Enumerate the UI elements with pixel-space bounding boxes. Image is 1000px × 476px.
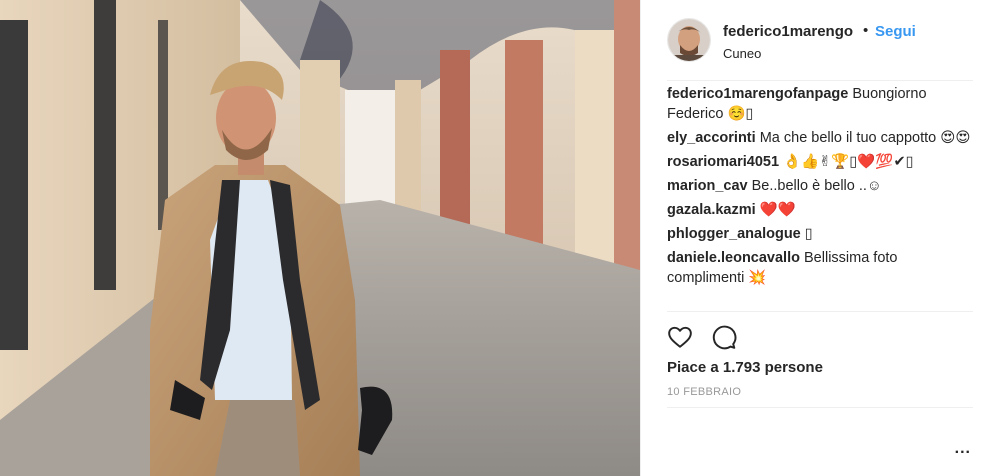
comment-item: rosariomari4051 👌👍✌🏆▯❤️💯✔▯ bbox=[667, 152, 973, 172]
post-photo[interactable] bbox=[0, 0, 640, 476]
post-header: federico1marengo • Segui Cuneo bbox=[667, 14, 973, 81]
follow-button[interactable]: Segui bbox=[875, 23, 916, 40]
location-link[interactable]: Cuneo bbox=[723, 46, 761, 61]
comment-item: marion_cav Be..bello è bello ..☺ bbox=[667, 176, 973, 196]
likes-count[interactable]: Piace a 1.793 persone bbox=[667, 359, 823, 376]
ellipsis-icon[interactable]: ... bbox=[955, 440, 971, 458]
comment-text: Ma che bello il tuo cappotto 😍😍 bbox=[759, 130, 971, 146]
comment-username[interactable]: gazala.kazmi bbox=[667, 202, 756, 218]
comment-username[interactable]: rosariomari4051 bbox=[667, 154, 779, 170]
comment-username[interactable]: federico1marengofanpage bbox=[667, 86, 848, 102]
comment-text: ▯ bbox=[804, 226, 813, 242]
comment-username[interactable]: marion_cav bbox=[667, 178, 748, 194]
comment-item: federico1marengofanpage Buongiorno Feder… bbox=[667, 84, 973, 124]
avatar[interactable] bbox=[667, 18, 711, 62]
comment-item: daniele.leoncavallo Bellissima foto comp… bbox=[667, 248, 973, 288]
post-sidebar: federico1marengo • Segui Cuneo federico1… bbox=[640, 0, 1000, 476]
comment-text: Be..bello è bello ..☺ bbox=[751, 178, 882, 194]
comment-username[interactable]: phlogger_analogue bbox=[667, 226, 801, 242]
comment-item: phlogger_analogue ▯ bbox=[667, 224, 973, 244]
post-date[interactable]: 10 FEBBRAIO bbox=[667, 386, 741, 398]
comment-text: 👌👍✌🏆▯❤️💯✔▯ bbox=[783, 154, 914, 170]
avatar-image bbox=[668, 19, 710, 61]
comment-item: gazala.kazmi ❤️❤️ bbox=[667, 200, 973, 220]
divider bbox=[667, 311, 973, 312]
heart-icon[interactable] bbox=[667, 324, 693, 350]
comments-list: federico1marengofanpage Buongiorno Feder… bbox=[667, 84, 973, 292]
divider bbox=[667, 407, 973, 408]
separator-dot: • bbox=[863, 22, 869, 39]
comment-item: ely_accorinti Ma che bello il tuo cappot… bbox=[667, 128, 973, 148]
comment-text: ❤️❤️ bbox=[759, 202, 796, 218]
instagram-post: federico1marengo • Segui Cuneo federico1… bbox=[0, 0, 1000, 476]
comment-icon[interactable] bbox=[711, 324, 737, 350]
comment-icon-svg bbox=[712, 325, 737, 350]
comment-username[interactable]: ely_accorinti bbox=[667, 130, 756, 146]
post-actions bbox=[667, 324, 973, 352]
photo-illustration bbox=[0, 0, 640, 476]
heart-icon-svg bbox=[668, 326, 692, 348]
username-link[interactable]: federico1marengo bbox=[723, 23, 853, 40]
comment-username[interactable]: daniele.leoncavallo bbox=[667, 250, 800, 266]
